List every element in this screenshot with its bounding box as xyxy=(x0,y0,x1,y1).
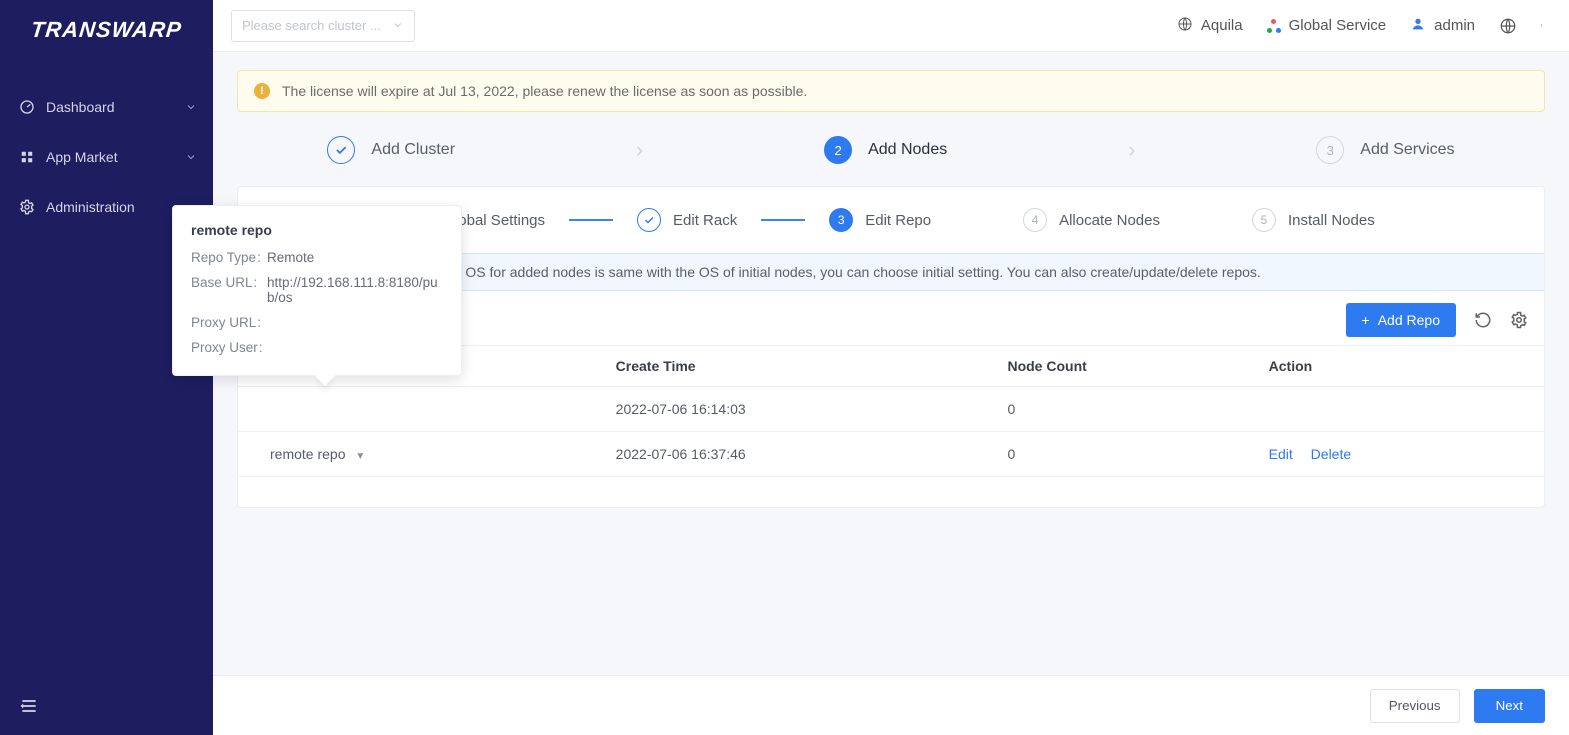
dots-icon xyxy=(1267,19,1281,33)
topbar: Please search cluster ... Aquila Global … xyxy=(213,0,1569,52)
wizard-steps: Add Cluster › 2 Add Nodes › 3 Add Servic… xyxy=(237,116,1545,184)
aquila-link[interactable]: Aquila xyxy=(1177,16,1243,36)
step-number: 4 xyxy=(1023,208,1047,232)
check-icon xyxy=(637,208,661,232)
substep-allocate[interactable]: 4 Allocate Nodes xyxy=(1023,208,1160,232)
step-connector xyxy=(569,219,613,221)
menu-label: App Market xyxy=(46,149,118,165)
collapse-sidebar-button[interactable] xyxy=(18,695,40,717)
brand-logo: TRANSWARP xyxy=(0,0,213,60)
speedometer-icon xyxy=(18,98,36,116)
caret-down-icon[interactable]: ▼ xyxy=(355,451,365,462)
user-label: admin xyxy=(1434,17,1475,34)
more-menu-button[interactable] xyxy=(1541,17,1545,35)
gear-icon xyxy=(18,198,36,216)
wizard-step-label: Add Cluster xyxy=(371,141,455,159)
repo-tooltip: remote repo Repo Type Remote Base URL ht… xyxy=(172,205,462,376)
add-repo-label: Add Repo xyxy=(1378,312,1440,328)
substep-label: Allocate Nodes xyxy=(1059,212,1160,229)
wizard-step-addnodes[interactable]: 2 Add Nodes xyxy=(824,136,947,164)
step-number: 3 xyxy=(1316,136,1344,164)
repo-create-time: 2022-07-06 16:37:46 xyxy=(604,432,996,477)
global-service-label: Global Service xyxy=(1289,17,1387,34)
tooltip-proxy-url-label: Proxy URL xyxy=(191,315,267,330)
tooltip-title: remote repo xyxy=(191,222,443,238)
warning-text: The license will expire at Jul 13, 2022,… xyxy=(282,83,807,99)
language-button[interactable] xyxy=(1499,17,1517,35)
repo-node-count: 0 xyxy=(995,432,1256,477)
chevron-down-icon xyxy=(185,151,197,163)
globe-icon xyxy=(1177,16,1193,36)
tooltip-repo-type-label: Repo Type xyxy=(191,250,267,265)
settings-button[interactable] xyxy=(1510,311,1528,329)
tooltip-base-url-value: http://192.168.111.8:8180/pub/os xyxy=(267,275,443,305)
menu-label: Dashboard xyxy=(46,99,115,115)
substep-label: Install Nodes xyxy=(1288,212,1375,229)
step-number: 2 xyxy=(824,136,852,164)
wizard-footer: Previous Next xyxy=(213,675,1569,735)
repo-create-time: 2022-07-06 16:14:03 xyxy=(604,387,996,432)
step-connector xyxy=(761,219,805,221)
user-icon xyxy=(1410,16,1426,36)
check-icon xyxy=(327,136,355,164)
wizard-step-addcluster[interactable]: Add Cluster xyxy=(327,136,455,164)
global-service-link[interactable]: Global Service xyxy=(1267,17,1387,34)
chevron-down-icon xyxy=(392,18,404,34)
col-action: Action xyxy=(1257,346,1544,387)
repo-node-count: 0 xyxy=(995,387,1256,432)
substep-install[interactable]: 5 Install Nodes xyxy=(1252,208,1375,232)
main: ! The license will expire at Jul 13, 202… xyxy=(213,52,1569,735)
refresh-button[interactable] xyxy=(1474,311,1492,329)
add-repo-button[interactable]: + Add Repo xyxy=(1346,303,1456,337)
col-node-count: Node Count xyxy=(995,346,1256,387)
license-warning-banner: ! The license will expire at Jul 13, 202… xyxy=(237,70,1545,112)
chevron-right-icon: › xyxy=(636,137,643,163)
sidebar-item-dashboard[interactable]: Dashboard xyxy=(0,82,213,132)
substep-repo[interactable]: 3 Edit Repo xyxy=(829,208,931,232)
delete-link[interactable]: Delete xyxy=(1311,446,1351,462)
chevron-down-icon xyxy=(185,101,197,113)
tooltip-base-url-label: Base URL xyxy=(191,275,267,305)
tooltip-proxy-user-label: Proxy User xyxy=(191,340,267,355)
table-row: remote repo ▼ 2022-07-06 16:37:46 0 Edit… xyxy=(238,432,1544,477)
substep-rack[interactable]: Edit Rack xyxy=(637,208,737,232)
step-number: 3 xyxy=(829,208,853,232)
wizard-step-label: Add Nodes xyxy=(868,141,947,159)
aquila-label: Aquila xyxy=(1201,17,1243,34)
step-number: 5 xyxy=(1252,208,1276,232)
cluster-search-select[interactable]: Please search cluster ... xyxy=(231,10,415,42)
topbar-right: Aquila Global Service admin xyxy=(1177,16,1545,36)
repo-actions: Edit Delete xyxy=(1257,432,1544,477)
menu-label: Administration xyxy=(46,199,135,215)
user-menu[interactable]: admin xyxy=(1410,16,1475,36)
grid-icon xyxy=(18,148,36,166)
plus-icon: + xyxy=(1362,312,1370,328)
col-create-time: Create Time xyxy=(604,346,996,387)
search-placeholder: Please search cluster ... xyxy=(242,18,381,33)
tooltip-repo-type-value: Remote xyxy=(267,250,314,265)
repo-actions xyxy=(1257,387,1544,432)
previous-button[interactable]: Previous xyxy=(1370,689,1460,723)
substep-label: Edit Rack xyxy=(673,212,737,229)
wizard-step-addservices[interactable]: 3 Add Services xyxy=(1316,136,1454,164)
chevron-right-icon: › xyxy=(1128,137,1135,163)
edit-link[interactable]: Edit xyxy=(1269,446,1293,462)
next-button[interactable]: Next xyxy=(1474,689,1545,723)
table-row: 2022-07-06 16:14:03 0 xyxy=(238,387,1544,432)
wizard-step-label: Add Services xyxy=(1360,141,1454,159)
sidebar-item-appmarket[interactable]: App Market xyxy=(0,132,213,182)
repo-name[interactable]: remote repo xyxy=(270,446,345,462)
substep-label: Edit Repo xyxy=(865,212,931,229)
warning-icon: ! xyxy=(254,83,270,99)
